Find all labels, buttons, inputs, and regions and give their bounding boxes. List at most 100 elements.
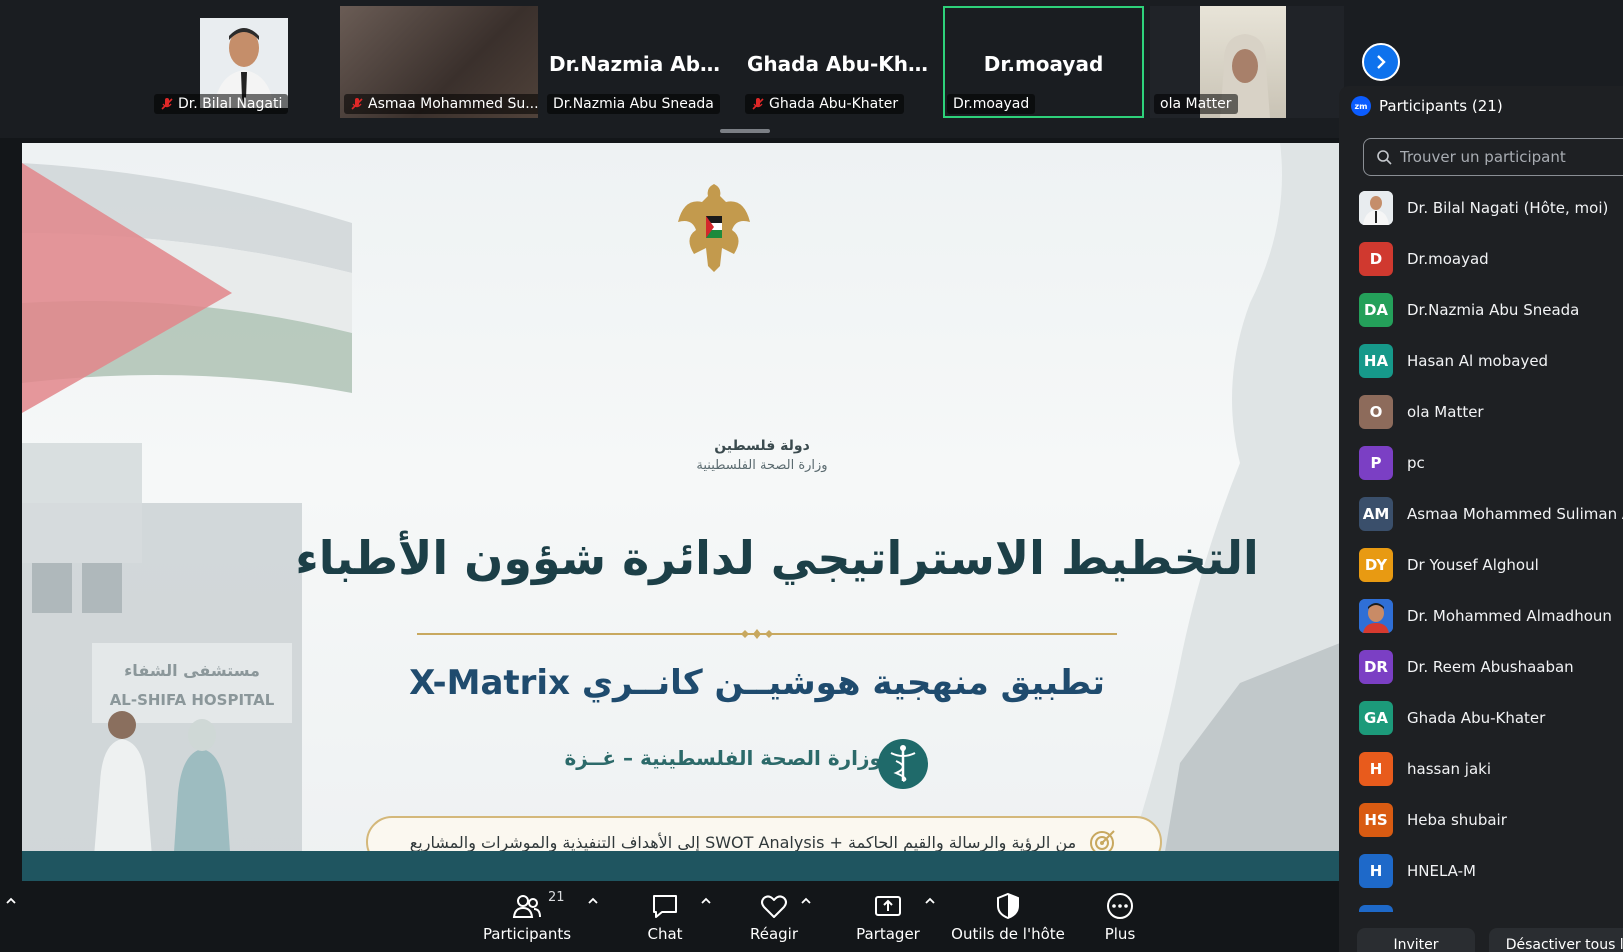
participant-name: Heba shubair (1407, 810, 1507, 829)
participants-panel-title: Participants (21) (1379, 97, 1503, 115)
avatar: DR (1359, 649, 1393, 684)
participant-name: hassan jaki (1407, 759, 1492, 778)
video-tile-6[interactable]: ola Matter (1150, 6, 1344, 118)
avatar: HS (1359, 802, 1393, 837)
slide-bottom-band (22, 851, 1340, 881)
slide-banner-text: من الرؤية والرسالة والقيم الحاكمة + SWOT… (409, 832, 1077, 852)
video-tile-4[interactable]: Ghada Abu-Kha... Ghada Abu-Khater (741, 6, 937, 118)
slide-ministry-gaza: وزارة الصحة الفلسطينية – غــزة (564, 746, 882, 770)
shield-icon (997, 892, 1019, 920)
chat-button[interactable]: Chat (630, 882, 700, 952)
participant-name: Ghada Abu-Khater (1407, 708, 1546, 727)
shared-screen-slide: مستشفى الشفاء AL-SHIFA HOSPITAL دولة فلس… (22, 143, 1340, 881)
avatar: DA (1359, 292, 1393, 327)
participant-row[interactable]: P pc (1339, 437, 1623, 488)
share-label: Partager (856, 925, 920, 943)
participants-panel-footer: Inviter Désactiver tous le (1339, 928, 1623, 952)
react-label: Réagir (749, 925, 799, 943)
search-icon (1377, 150, 1392, 165)
chat-icon (653, 895, 677, 918)
mute-all-button[interactable]: Désactiver tous le (1489, 928, 1623, 952)
tile-name-tag: Ghada Abu-Khater (745, 94, 905, 114)
tile-big-name: Ghada Abu-Kha... (747, 52, 937, 76)
participants-panel-header: zm Participants (21) (1339, 86, 1623, 126)
participant-name: Dr. Bilal Nagati (Hôte, moi) (1407, 198, 1609, 217)
video-tile-2[interactable]: Asmaa Mohammed Su... (340, 6, 538, 118)
gallery-next-page-button[interactable] (1362, 43, 1400, 81)
diamond-ornament-icon (741, 629, 773, 639)
slide-title: التخطيط الاستراتيجي لدائرة شؤون الأطباء (295, 531, 1259, 585)
video-tile-1[interactable]: Dr. Bilal Nagati (150, 6, 290, 118)
participants-count-badge: 21 (548, 890, 565, 905)
participant-search-box[interactable] (1363, 138, 1623, 176)
caduceus-icon (878, 739, 928, 789)
hospital-sign-ar: مستشفى الشفاء (124, 661, 260, 680)
avatar: H (1359, 853, 1393, 888)
participant-name: Dr.moayad (1407, 249, 1489, 268)
participants-icon (512, 895, 541, 918)
participant-name: Asmaa Mohammed Suliman Ab (1407, 504, 1623, 523)
tile-name-tag: Asmaa Mohammed Su... (344, 94, 538, 114)
meeting-toolbar: Participants 21 Chat Réagir Partager Out… (0, 882, 1339, 952)
more-button[interactable]: Plus (1085, 882, 1155, 952)
participant-row[interactable]: H HNELA-M (1339, 845, 1623, 896)
tile-name-tag: ola Matter (1154, 94, 1238, 114)
host-tools-button[interactable]: Outils de l'hôte (950, 882, 1066, 952)
participant-row[interactable]: DY Dr Yousef Alghoul (1339, 539, 1623, 590)
participant-row[interactable]: O ola Matter (1339, 386, 1623, 437)
chevron-up-icon[interactable] (4, 894, 18, 908)
participant-name: Dr.Nazmia Abu Sneada (1407, 300, 1580, 319)
avatar: K (1359, 904, 1393, 912)
share-button[interactable]: Partager (848, 882, 928, 952)
react-button[interactable]: Réagir (739, 882, 809, 952)
participant-row[interactable]: AM Asmaa Mohammed Suliman Ab (1339, 488, 1623, 539)
heart-icon (761, 895, 787, 918)
mic-muted-icon (751, 97, 765, 111)
tile-big-name: Dr.moayad (983, 52, 1104, 76)
share-caret-icon[interactable] (923, 894, 937, 908)
participant-row[interactable]: D Dr.moayad (1339, 233, 1623, 284)
participant-row[interactable]: K (1339, 896, 1623, 912)
participant-row[interactable]: GA Ghada Abu-Khater (1339, 692, 1623, 743)
palestine-flag-graphic (22, 163, 352, 413)
more-label: Plus (1104, 925, 1136, 943)
tile-big-name: Dr.Nazmia Abu... (549, 52, 735, 76)
participants-caret-icon[interactable] (586, 894, 600, 908)
gallery-scroll-indicator[interactable] (720, 129, 770, 133)
share-screen-icon (875, 896, 901, 916)
avatar (1359, 598, 1393, 633)
chat-caret-icon[interactable] (699, 894, 713, 908)
hospital-building-graphic: مستشفى الشفاء AL-SHIFA HOSPITAL (22, 443, 302, 881)
participant-name: Hasan Al mobayed (1407, 351, 1549, 370)
participant-row[interactable]: HA Hasan Al mobayed (1339, 335, 1623, 386)
participant-name: Dr. Reem Abushaaban (1407, 657, 1574, 676)
participant-row[interactable]: DA Dr.Nazmia Abu Sneada (1339, 284, 1623, 335)
zoom-logo-icon: zm (1351, 96, 1371, 116)
participant-name: Dr Yousef Alghoul (1407, 555, 1539, 574)
chat-label: Chat (647, 925, 683, 943)
video-tile-5-active-speaker[interactable]: Dr.moayad Dr.moayad (943, 6, 1144, 118)
hospital-sign-en: AL-SHIFA HOSPITAL (110, 691, 275, 709)
participant-search-input[interactable] (1398, 147, 1622, 167)
video-tile-3[interactable]: Dr.Nazmia Abu... Dr.Nazmia Abu Sneada (543, 6, 735, 118)
slide-ministry-top: وزارة الصحة الفلسطينية (696, 458, 828, 473)
participant-row[interactable]: Dr. Mohammed Almadhoun (1339, 590, 1623, 641)
participant-name: pc (1407, 453, 1425, 472)
participant-name: HNELA-M (1407, 861, 1476, 880)
participant-row[interactable]: Dr. Bilal Nagati (Hôte, moi) (1339, 182, 1623, 233)
react-caret-icon[interactable] (799, 894, 813, 908)
participants-label: Participants (482, 925, 572, 943)
avatar (1359, 190, 1393, 225)
avatar: D (1359, 241, 1393, 276)
participant-row[interactable]: HS Heba shubair (1339, 794, 1623, 845)
map-silhouette-graphic (1120, 143, 1340, 881)
participants-panel: zm Participants (21) Dr. Bilal Nagati (H… (1339, 86, 1623, 952)
avatar: O (1359, 394, 1393, 429)
participant-list: Dr. Bilal Nagati (Hôte, moi) D Dr.moayad… (1339, 182, 1623, 912)
invite-button[interactable]: Inviter (1357, 928, 1475, 952)
participant-row[interactable]: DR Dr. Reem Abushaaban (1339, 641, 1623, 692)
more-icon (1107, 893, 1133, 919)
avatar: H (1359, 751, 1393, 786)
participant-row[interactable]: H hassan jaki (1339, 743, 1623, 794)
tile-name-tag: Dr. Bilal Nagati (154, 94, 289, 114)
